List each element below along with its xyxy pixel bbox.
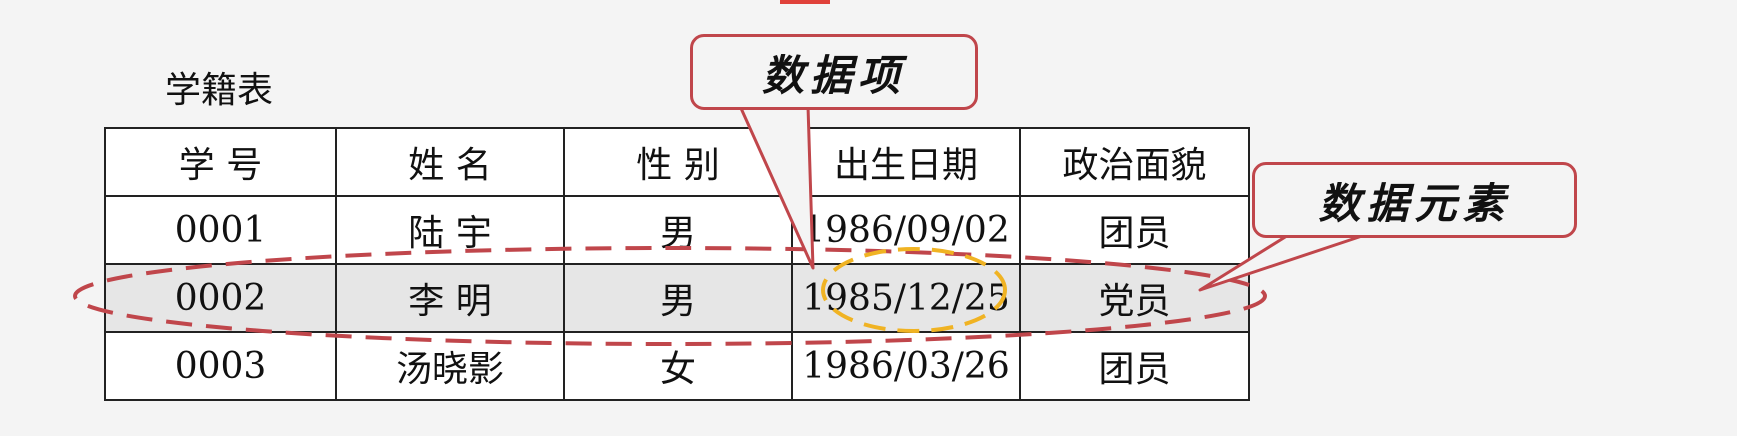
header-name: 姓 名 — [335, 127, 565, 197]
header-birth-date: 出生日期 — [791, 127, 1021, 197]
table-row: 0003 汤晓影 女 1986/03/26 团员 — [104, 331, 1250, 401]
cell-gender: 女 — [563, 331, 793, 401]
data-element-callout: 数据元素 — [1252, 162, 1577, 238]
cell-student-id: 0001 — [104, 195, 337, 265]
data-item-callout: 数据项 — [690, 34, 978, 110]
cell-political-status: 党员 — [1019, 263, 1250, 333]
cell-name: 李 明 — [335, 263, 565, 333]
cell-birth-date: 1986/03/26 — [791, 331, 1021, 401]
cell-political-status: 团员 — [1019, 195, 1250, 265]
header-political-status: 政治面貌 — [1019, 127, 1250, 197]
top-accent-bar — [780, 0, 830, 4]
table-header-row: 学 号 姓 名 性 别 出生日期 政治面貌 — [104, 127, 1250, 197]
cell-student-id: 0003 — [104, 331, 337, 401]
table-row: 0001 陆 宇 男 1986/09/02 团员 — [104, 195, 1250, 265]
table-title: 学籍表 — [165, 70, 274, 111]
header-gender: 性 别 — [563, 127, 793, 197]
cell-student-id: 0002 — [104, 263, 337, 333]
cell-name: 汤晓影 — [335, 331, 565, 401]
cell-name: 陆 宇 — [335, 195, 565, 265]
table-row-highlighted: 0002 李 明 男 1985/12/25 党员 — [104, 263, 1250, 333]
student-roster-table: 学 号 姓 名 性 别 出生日期 政治面貌 0001 陆 宇 男 1986/09… — [104, 127, 1250, 401]
header-student-id: 学 号 — [104, 127, 337, 197]
cell-political-status: 团员 — [1019, 331, 1250, 401]
cell-birth-date: 1986/09/02 — [791, 195, 1021, 265]
cell-birth-date: 1985/12/25 — [791, 263, 1021, 333]
cell-gender: 男 — [563, 195, 793, 265]
cell-gender: 男 — [563, 263, 793, 333]
